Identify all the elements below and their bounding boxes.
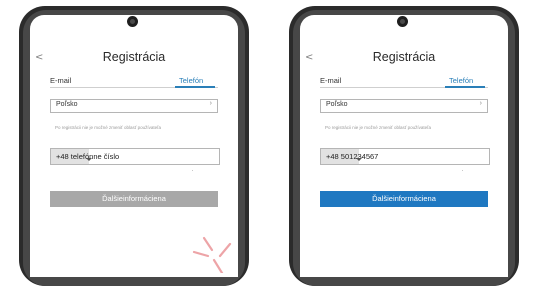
phone-frame-right: < Registrácia E-mail Telefón Poľsko › Po… xyxy=(289,6,519,286)
caret-down-icon xyxy=(86,158,92,161)
phone-number-input[interactable]: +48 501234567 xyxy=(320,148,490,165)
country-select[interactable]: Poľsko › xyxy=(50,99,218,113)
tab-active-indicator xyxy=(445,86,485,88)
tab-phone[interactable]: Telefón xyxy=(449,76,473,85)
page-title: Registrácia xyxy=(372,50,436,64)
divider-dot xyxy=(462,170,463,171)
phone-screen: < Registrácia E-mail Telefón Poľsko › Po… xyxy=(300,15,508,277)
tab-active-indicator xyxy=(175,86,215,88)
country-value: Poľsko xyxy=(326,101,348,108)
tab-email[interactable]: E-mail xyxy=(320,76,341,85)
country-select[interactable]: Poľsko › xyxy=(320,99,488,113)
phone-number-text: +48 501234567 xyxy=(326,152,379,161)
camera-icon xyxy=(397,16,408,27)
dropdown-chevron-icon: › xyxy=(479,100,482,107)
caret-down-icon xyxy=(356,158,362,161)
tab-email[interactable]: E-mail xyxy=(50,76,71,85)
region-note: Po registrácii nie je možné zmeniť oblas… xyxy=(55,125,161,130)
next-button[interactable]: Ďalšieinformáciena xyxy=(50,191,218,207)
next-button[interactable]: Ďalšieinformáciena xyxy=(320,191,488,207)
divider-dot xyxy=(192,170,193,171)
page-title: Registrácia xyxy=(102,50,166,64)
tab-phone[interactable]: Telefón xyxy=(179,76,203,85)
camera-icon xyxy=(127,16,138,27)
phone-number-input[interactable]: +48 telefónne číslo xyxy=(50,148,220,165)
watermark-mark xyxy=(192,236,232,273)
dropdown-chevron-icon: › xyxy=(209,100,212,107)
region-note: Po registrácii nie je možné zmeniť oblas… xyxy=(325,125,431,130)
country-value: Poľsko xyxy=(56,101,78,108)
